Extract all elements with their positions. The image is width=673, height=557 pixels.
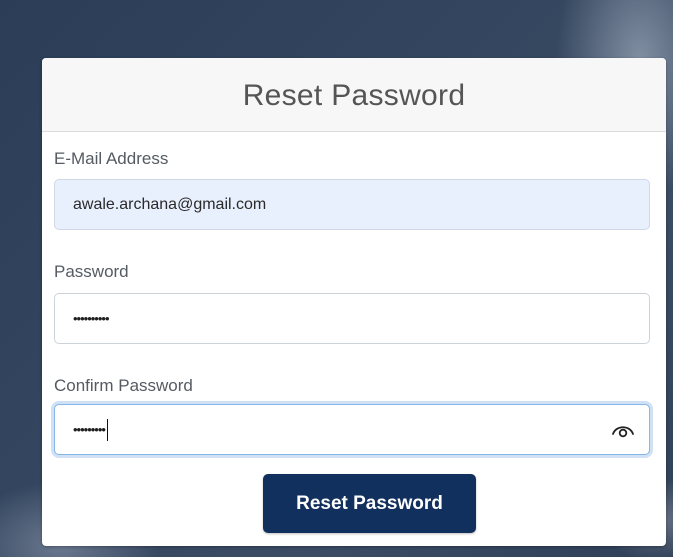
password-label: Password [54, 262, 129, 281]
reset-password-button[interactable]: Reset Password [263, 474, 476, 533]
text-cursor [106, 418, 109, 441]
eye-icon[interactable] [611, 419, 635, 441]
reset-password-card: Reset Password E-Mail Address awale.arch… [42, 58, 666, 546]
confirm-password-field[interactable]: ••••••••• [54, 404, 650, 455]
confirm-password-label: Confirm Password [54, 376, 193, 395]
confirm-password-value: ••••••••• [73, 422, 106, 437]
password-value: •••••••••• [73, 311, 110, 326]
email-field[interactable]: awale.archana@gmail.com [54, 179, 650, 230]
email-label: E-Mail Address [54, 149, 169, 168]
page-title: Reset Password [242, 78, 466, 112]
password-field[interactable]: •••••••••• [54, 293, 650, 344]
card-header: Reset Password [42, 58, 666, 132]
email-value: awale.archana@gmail.com [73, 195, 267, 213]
